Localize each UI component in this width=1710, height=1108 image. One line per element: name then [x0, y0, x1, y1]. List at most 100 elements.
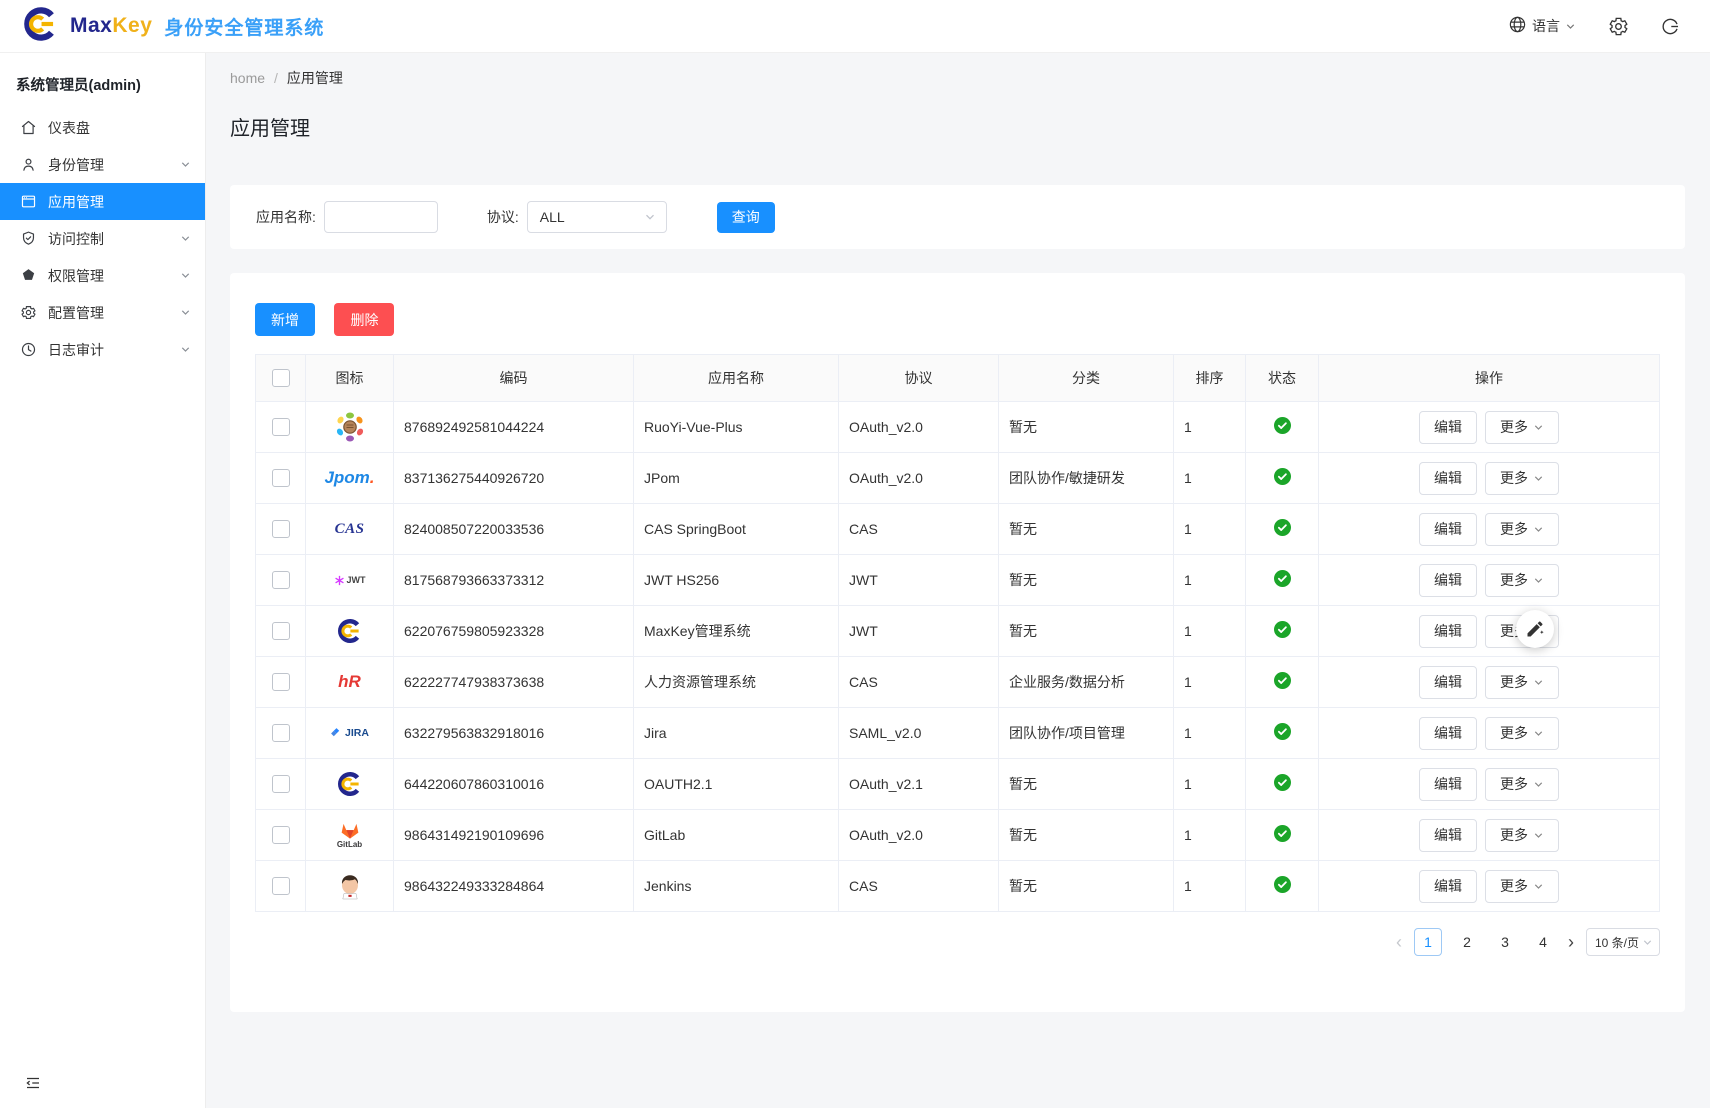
protocol-select-value: ALL: [540, 209, 565, 225]
edit-button[interactable]: 编辑: [1419, 462, 1477, 495]
chevron-down-icon: [1533, 830, 1544, 841]
app-sort: 1: [1174, 861, 1246, 911]
app-category: 团队协作/项目管理: [999, 708, 1174, 758]
page-title: 应用管理: [230, 112, 1685, 141]
sidebar: 系统管理员(admin) 仪表盘 身份管理 应用管理: [0, 52, 206, 1108]
row-checkbox[interactable]: [272, 469, 290, 487]
more-button[interactable]: 更多: [1485, 411, 1559, 444]
row-checkbox[interactable]: [272, 826, 290, 844]
row-checkbox[interactable]: [272, 673, 290, 691]
delete-button[interactable]: 删除: [334, 303, 394, 336]
chevron-down-icon: [1565, 21, 1576, 32]
row-checkbox[interactable]: [272, 571, 290, 589]
row-checkbox[interactable]: [272, 520, 290, 538]
filter-bar: 应用名称: 协议: ALL 查询: [230, 185, 1685, 249]
edit-button[interactable]: 编辑: [1419, 411, 1477, 444]
breadcrumb-current: 应用管理: [287, 68, 343, 88]
floating-pen-tool-button[interactable]: [1516, 610, 1554, 648]
app-name: RuoYi-Vue-Plus: [634, 402, 839, 452]
chevron-down-icon: [180, 307, 191, 318]
more-button[interactable]: 更多: [1485, 513, 1559, 546]
jira-icon: JIRA: [330, 727, 369, 740]
app-protocol: OAuth_v2.0: [839, 810, 999, 860]
maxkey-icon: [335, 616, 365, 646]
brand: MaxKey 身份安全管理系统: [0, 3, 324, 50]
sidebar-item-audit[interactable]: 日志审计: [0, 331, 205, 368]
current-user-label: 系统管理员(admin): [0, 52, 205, 109]
col-header-actions: 操作: [1319, 355, 1659, 401]
edit-button[interactable]: 编辑: [1419, 768, 1477, 801]
more-button[interactable]: 更多: [1485, 462, 1559, 495]
edit-button[interactable]: 编辑: [1419, 666, 1477, 699]
edit-button[interactable]: 编辑: [1419, 615, 1477, 648]
app-protocol: OAuth_v2.1: [839, 759, 999, 809]
more-button[interactable]: 更多: [1485, 870, 1559, 903]
col-header-protocol: 协议: [839, 355, 999, 401]
app-name-filter-input[interactable]: [324, 201, 438, 233]
more-button[interactable]: 更多: [1485, 768, 1559, 801]
edit-button[interactable]: 编辑: [1419, 819, 1477, 852]
dashboard-icon: [20, 119, 37, 136]
select-all-checkbox[interactable]: [272, 369, 290, 387]
breadcrumb: home / 应用管理: [230, 68, 1685, 88]
search-button[interactable]: 查询: [717, 202, 775, 233]
more-button[interactable]: 更多: [1485, 564, 1559, 597]
row-checkbox[interactable]: [272, 622, 290, 640]
app-category: 暂无: [999, 861, 1174, 911]
chevron-down-icon: [1533, 524, 1544, 535]
table-header-row: 图标 编码 应用名称 协议 分类 排序 状态 操作: [256, 355, 1659, 402]
sidebar-item-config[interactable]: 配置管理: [0, 294, 205, 331]
table-row-jira: JIRA 632279563832918016 Jira SAML_v2.0 团…: [256, 708, 1659, 759]
settings-gear-icon[interactable]: [1608, 16, 1629, 37]
page-button-2[interactable]: 2: [1454, 929, 1480, 955]
table-row-jenkins: 986432249333284864 Jenkins CAS 暂无 1 编辑 更…: [256, 861, 1659, 912]
sidebar-collapse-icon[interactable]: [24, 1074, 42, 1092]
app-sort: 1: [1174, 606, 1246, 656]
page-button-4[interactable]: 4: [1530, 929, 1556, 955]
breadcrumb-home-link[interactable]: home: [230, 70, 265, 86]
row-checkbox[interactable]: [272, 775, 290, 793]
app-sort: 1: [1174, 759, 1246, 809]
more-button[interactable]: 更多: [1485, 666, 1559, 699]
app-category: 暂无: [999, 555, 1174, 605]
sidebar-item-access[interactable]: 访问控制: [0, 220, 205, 257]
sidebar-item-dashboard[interactable]: 仪表盘: [0, 109, 205, 146]
language-switcher[interactable]: 语言: [1508, 15, 1576, 37]
maxkey-logo-icon: [20, 3, 62, 50]
brand-subtitle: 身份安全管理系统: [164, 13, 324, 40]
app-name: GitLab: [634, 810, 839, 860]
next-page-button[interactable]: ›: [1568, 933, 1574, 951]
app-protocol: CAS: [839, 504, 999, 554]
page-size-select[interactable]: 10 条/页: [1586, 928, 1660, 956]
app-sort: 1: [1174, 555, 1246, 605]
edit-button[interactable]: 编辑: [1419, 513, 1477, 546]
edit-button[interactable]: 编辑: [1419, 870, 1477, 903]
edit-button[interactable]: 编辑: [1419, 717, 1477, 750]
col-header-code: 编码: [394, 355, 634, 401]
more-button[interactable]: 更多: [1485, 717, 1559, 750]
protocol-select[interactable]: ALL: [527, 201, 667, 233]
logout-icon[interactable]: [1661, 17, 1680, 36]
prev-page-button[interactable]: ‹: [1396, 933, 1402, 951]
more-button[interactable]: 更多: [1485, 819, 1559, 852]
row-checkbox[interactable]: [272, 724, 290, 742]
sidebar-item-identity[interactable]: 身份管理: [0, 146, 205, 183]
sidebar-item-permission[interactable]: 权限管理: [0, 257, 205, 294]
app-protocol: JWT: [839, 555, 999, 605]
chevron-down-icon: [1533, 422, 1544, 433]
protocol-filter-label: 协议:: [487, 207, 519, 227]
table-toolbar: 新增 删除: [255, 303, 1660, 336]
chevron-down-icon: [180, 344, 191, 355]
page-button-1[interactable]: 1: [1414, 928, 1442, 956]
sidebar-item-apps[interactable]: 应用管理: [0, 183, 205, 220]
app-name: 人力资源管理系统: [634, 657, 839, 707]
page-button-3[interactable]: 3: [1492, 929, 1518, 955]
row-checkbox[interactable]: [272, 418, 290, 436]
add-button[interactable]: 新增: [255, 303, 315, 336]
chevron-down-icon: [1533, 575, 1544, 586]
app-category: 暂无: [999, 402, 1174, 452]
edit-button[interactable]: 编辑: [1419, 564, 1477, 597]
ruoyi-icon: [332, 409, 368, 445]
row-checkbox[interactable]: [272, 877, 290, 895]
col-header-sort: 排序: [1174, 355, 1246, 401]
